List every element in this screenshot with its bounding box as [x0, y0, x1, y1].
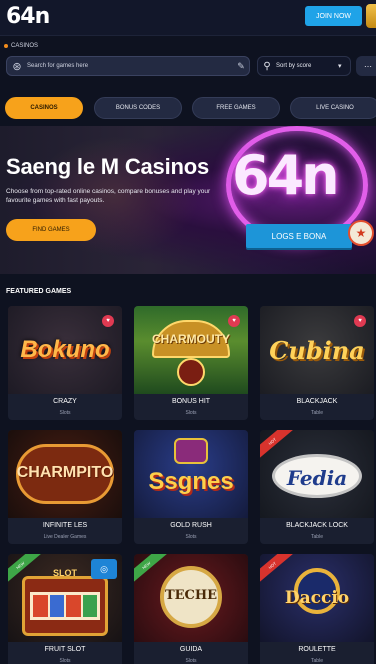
menu-button[interactable]: ⋯ — [356, 56, 376, 76]
section-title: FEATURED GAMES — [6, 288, 72, 295]
game-category: Slots — [59, 658, 71, 664]
tab-live-casino[interactable]: LIVE CASINO — [290, 97, 376, 119]
game-card[interactable]: Cubina ♥ BLACKJACK Table — [260, 306, 374, 420]
game-art-title: Fedia — [286, 466, 348, 490]
find-games-button[interactable]: FIND GAMES — [6, 219, 96, 241]
hero-subtitle: Choose from top-rated online casinos, co… — [6, 188, 211, 204]
game-name: INFINITE LES — [42, 522, 88, 529]
game-card[interactable]: SLOT NEW ◎ FRUIT SLOT Slots — [8, 554, 122, 664]
game-name: BONUS HIT — [171, 398, 211, 405]
breadcrumb-dot-icon — [4, 44, 8, 48]
game-category: Slots — [185, 534, 197, 540]
edit-icon[interactable]: ✎ — [233, 61, 249, 72]
game-art-title: Cubina — [269, 336, 365, 365]
hero-cta-button[interactable]: LOGS E BONA — [246, 224, 352, 248]
magnifier-icon: ⚲ — [263, 60, 271, 72]
chevron-down-icon: ▾ — [338, 63, 342, 70]
sort-select-label: Sort by score — [276, 63, 312, 69]
heart-icon[interactable]: ♥ — [102, 315, 114, 327]
game-card[interactable]: Ssgnes GOLD RUSH Slots — [134, 430, 248, 544]
slot-reels — [30, 592, 100, 620]
join-button[interactable]: JOIN NOW — [305, 6, 362, 26]
hero-title: Saeng le M Casinos — [6, 154, 210, 179]
game-name: BLACKJACK — [296, 398, 338, 405]
game-card[interactable]: CHARMOUTY ♥ BONUS HIT Slots — [134, 306, 248, 420]
game-thumbnail: Ssgnes — [134, 430, 248, 518]
search-icon: ⊛ — [12, 60, 22, 73]
reel-icon — [33, 595, 48, 617]
game-art-title: Daccio — [284, 588, 350, 608]
game-category: Table — [311, 534, 323, 540]
reel-icon — [82, 595, 97, 617]
game-thumbnail: CHARMPITO — [8, 430, 122, 518]
sort-select[interactable]: ⚲ Sort by score ▾ — [257, 56, 351, 76]
search-input[interactable]: Search for games here — [27, 63, 233, 69]
game-name: FRUIT SLOT — [44, 646, 86, 653]
game-category: Slots — [185, 658, 197, 664]
game-art-title: TECHE — [164, 588, 218, 603]
game-card[interactable]: TECHE NEW GUIDA Slots — [134, 554, 248, 664]
game-name: GUIDA — [179, 646, 203, 653]
game-art-title: Bokuno — [20, 336, 110, 363]
breadcrumb: CASINOS — [4, 43, 38, 49]
game-category: Table — [311, 410, 323, 416]
game-art-title: CHARMPITO — [16, 464, 114, 481]
tab-casinos[interactable]: CASINOS — [5, 97, 83, 119]
breadcrumb-label[interactable]: CASINOS — [11, 43, 38, 49]
game-category: Slots — [185, 410, 197, 416]
game-card[interactable]: Fedia HOT BLACKJACK LOCK Table — [260, 430, 374, 544]
tab-free-games[interactable]: FREE GAMES — [192, 97, 280, 119]
provider-badge-icon: ◎ — [91, 559, 117, 579]
game-category: Slots — [59, 410, 71, 416]
game-category: Live Dealer Games — [43, 534, 87, 540]
game-name: BLACKJACK LOCK — [286, 522, 348, 529]
game-art-wheel — [177, 358, 205, 386]
bonus-badge-icon: ★ — [348, 220, 374, 246]
reel-icon — [66, 595, 81, 617]
game-name: GOLD RUSH — [170, 522, 212, 529]
heart-icon[interactable]: ♥ — [228, 315, 240, 327]
reel-icon — [49, 595, 64, 617]
game-art-jar — [174, 438, 208, 464]
site-logo[interactable]: 64n — [6, 4, 50, 29]
game-name: CRAZY — [53, 398, 77, 405]
game-card[interactable]: Daccio HOT ROULETTE Table — [260, 554, 374, 664]
neon-logo: 64n — [232, 144, 340, 207]
game-card[interactable]: CHARMPITO INFINITE LES Live Dealer Games — [8, 430, 122, 544]
hero-banner: Saeng le M Casinos Choose from top-rated… — [0, 126, 376, 274]
search-bar[interactable]: ⊛ Search for games here ✎ — [6, 56, 250, 76]
game-card[interactable]: Bokuno ♥ CRAZY Slots — [8, 306, 122, 420]
heart-icon[interactable]: ♥ — [354, 315, 366, 327]
coin-icon — [366, 4, 376, 28]
tab-bonus-codes[interactable]: BONUS CODES — [94, 97, 182, 119]
game-name: ROULETTE — [298, 646, 336, 653]
game-category: Table — [311, 658, 323, 664]
game-art-title: Ssgnes — [148, 468, 234, 495]
top-bar: 64n JOIN NOW — [0, 0, 376, 36]
game-art-title: CHARMOUTY — [152, 332, 230, 346]
